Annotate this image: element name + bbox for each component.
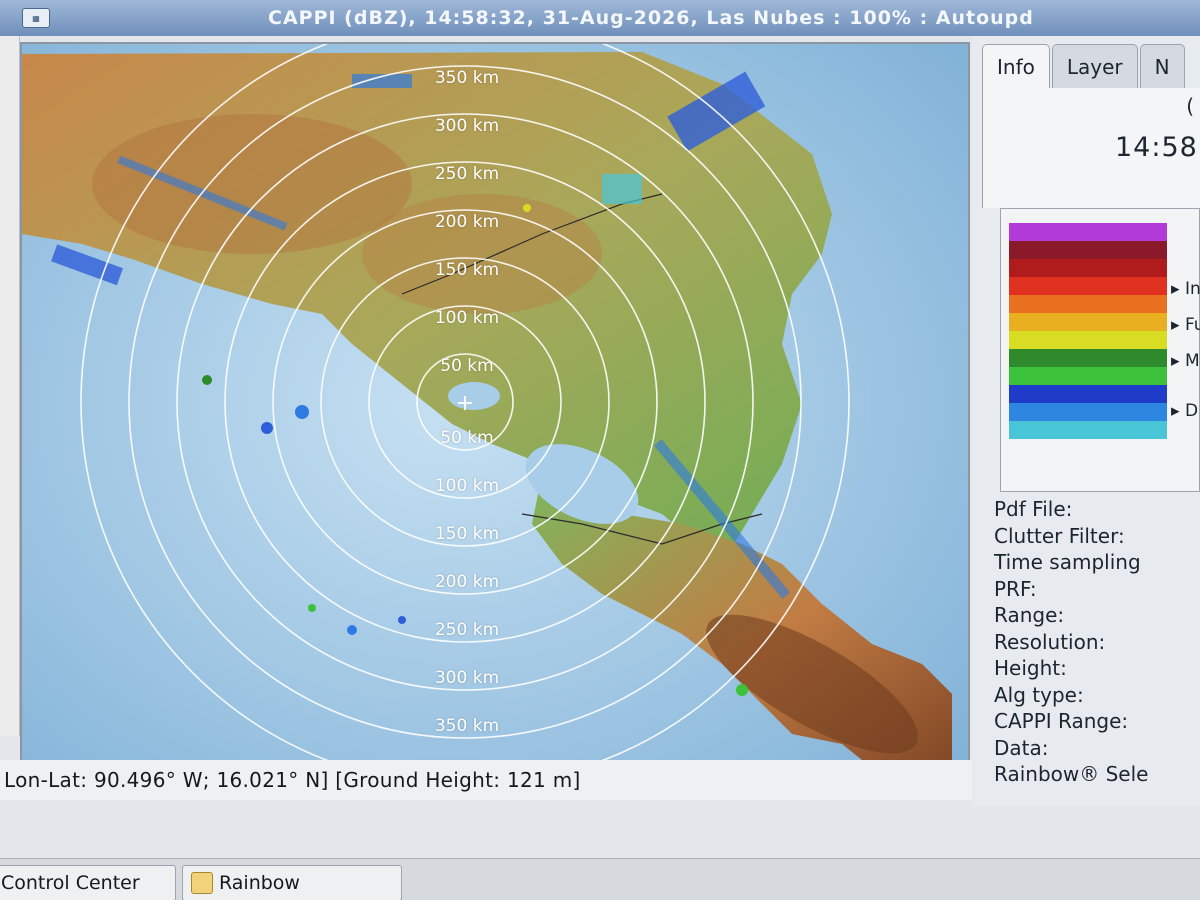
radar-app-icon[interactable]: ▦ (22, 8, 50, 28)
range-ring-label-north: 200 km (434, 212, 500, 232)
radar-center-marker: + (456, 391, 474, 416)
tab-layer[interactable]: Layer (1051, 44, 1138, 88)
legend-color-bar (1009, 223, 1167, 241)
tab-info[interactable]: Info (982, 44, 1050, 88)
range-ring-label-north: 100 km (434, 308, 500, 328)
legend-mark: ▸ D (1171, 401, 1199, 421)
tab-next[interactable]: N (1139, 44, 1185, 88)
range-ring-label-south: 150 km (434, 524, 500, 544)
taskbar-item-label: Rainbow (219, 872, 300, 894)
legend-color-bar (1009, 241, 1167, 259)
range-ring-label-south: 50 km (440, 428, 494, 448)
side-panel: Info Layer N ( 14:58 ▸ In ▸ Fu ▸ M ▸ D P… (972, 36, 1200, 806)
screen: ▦ CAPPI (dBZ), 14:58:32, 31-Aug-2026, La… (0, 0, 1200, 900)
range-ring-label-north: 300 km (434, 116, 500, 136)
legend-color-bar (1009, 313, 1167, 331)
info-content: ( 14:58 (982, 88, 1200, 208)
left-window-edge (0, 36, 20, 736)
window-title: CAPPI (dBZ), 14:58:32, 31-Aug-2026, Las … (268, 7, 1034, 29)
legend-color-bar (1009, 295, 1167, 313)
legend-color-bar (1009, 277, 1167, 295)
prop-resolution: Resolution: (994, 629, 1106, 654)
prop-prf: PRF: (994, 576, 1037, 601)
prop-time-sampling: Time sampling (994, 550, 1141, 574)
taskbar-item-label: Control Center (1, 872, 140, 894)
legend-mark-label: D (1184, 401, 1199, 421)
legend-mark: ▸ Fu (1171, 315, 1200, 335)
prop-alg-type: Alg type: (994, 682, 1084, 707)
range-ring-label-south: 300 km (434, 668, 500, 688)
prop-cappi-range: CAPPI Range: (994, 709, 1129, 733)
range-ring-label-south: 250 km (434, 620, 500, 640)
taskbar-item-control-center[interactable]: Control Center (0, 865, 176, 900)
legend-mark-label: M (1184, 351, 1200, 371)
lonlat-readout: Lon-Lat: 90.496° W; 16.021° N] [Ground H… (4, 768, 581, 792)
info-time: 14:58 (1115, 132, 1198, 163)
prop-height: Height: (994, 656, 1067, 680)
legend-color-bar (1009, 331, 1167, 349)
info-date: ( (1186, 94, 1194, 118)
range-ring-label-north: 50 km (440, 356, 494, 376)
range-ring-label-south: 350 km (434, 716, 500, 736)
prop-rainbow-select[interactable]: Rainbow® Sele (994, 761, 1200, 788)
tab-row: Info Layer N (982, 44, 1187, 88)
status-bar: Lon-Lat: 90.496° W; 16.021° N] [Ground H… (0, 760, 972, 800)
title-bar: ▦ CAPPI (dBZ), 14:58:32, 31-Aug-2026, La… (0, 0, 1200, 36)
taskbar-item-rainbow[interactable]: Rainbow (182, 865, 402, 900)
legend-mark: ▸ M (1171, 351, 1200, 371)
taskbar: Control Center Rainbow (0, 858, 1200, 900)
range-ring-label-north: 350 km (434, 68, 500, 88)
legend-color-bar (1009, 385, 1167, 403)
legend-color-bar (1009, 367, 1167, 385)
legend-color-bar (1009, 403, 1167, 421)
legend-mark-label: Fu (1184, 315, 1200, 335)
prop-range: Range: (994, 603, 1065, 627)
range-ring-label-south: 100 km (434, 476, 500, 496)
info-properties: Pdf File: Clutter Filter: Time sampling … (994, 496, 1200, 788)
radar-map-panel[interactable]: + 400 km350 km300 km250 km200 km150 km10… (20, 42, 970, 794)
prop-clutter-filter: Clutter Filter: (994, 523, 1125, 548)
range-ring-label-south: 200 km (434, 572, 500, 592)
legend-mark: ▸ In (1171, 279, 1200, 299)
legend-color-bar (1009, 349, 1167, 367)
prop-pdf-file: Pdf File: (994, 497, 1073, 521)
legend-mark-label: In (1184, 279, 1200, 299)
range-ring-label-north: 250 km (434, 164, 500, 184)
legend-color-bar (1009, 421, 1167, 439)
legend-bars (1009, 223, 1167, 439)
range-ring-label-north: 150 km (434, 260, 500, 280)
rainbow-app-icon (191, 872, 213, 894)
prop-data: Data: (994, 735, 1049, 760)
legend-color-bar (1009, 259, 1167, 277)
dbz-color-legend: ▸ In ▸ Fu ▸ M ▸ D (1000, 208, 1200, 492)
